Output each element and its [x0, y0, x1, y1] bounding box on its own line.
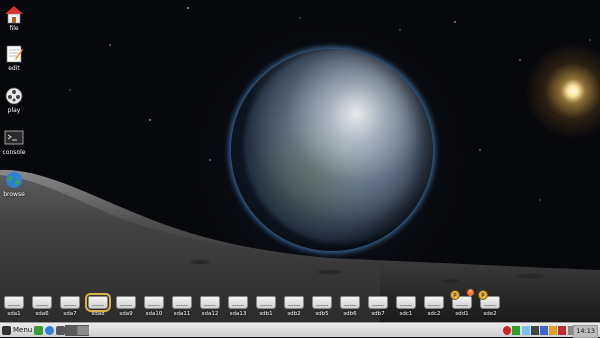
drive-label: sda7: [63, 311, 77, 317]
desktop-icon-edit[interactable]: edit: [1, 44, 27, 72]
drive-label: sda9: [119, 311, 133, 317]
home-icon: [3, 4, 25, 24]
browser-launcher-icon[interactable]: [45, 326, 54, 335]
show-desktop-icon[interactable]: [34, 326, 43, 335]
drive-sda9[interactable]: sda9: [114, 296, 138, 317]
terminal-icon: [3, 128, 25, 148]
desktop-icon-label: console: [2, 149, 26, 156]
drive-sdc2[interactable]: sdc2: [422, 296, 446, 317]
drive-sda11[interactable]: sda11: [170, 296, 194, 317]
drive-sdb7[interactable]: sdb7: [366, 296, 390, 317]
drive-sda1[interactable]: sda1: [2, 296, 26, 317]
cpu-monitor-icon[interactable]: [512, 326, 520, 335]
workspace-pager[interactable]: [65, 325, 89, 336]
hard-drive-icon: [312, 296, 332, 309]
hard-drive-icon: [116, 296, 136, 309]
drive-label: sda11: [173, 311, 191, 317]
drive-sdd1[interactable]: p × sdd1: [450, 289, 474, 317]
drive-label: sda10: [145, 311, 163, 317]
hard-drive-icon: [284, 296, 304, 309]
hard-drive-icon: [396, 296, 416, 309]
drive-label: sdb6: [343, 311, 357, 317]
drive-label: sda8: [91, 311, 105, 317]
desktop-icon-play[interactable]: play: [1, 86, 27, 114]
drive-sda8[interactable]: sda8: [85, 293, 111, 317]
drive-sdb6[interactable]: sdb6: [338, 296, 362, 317]
hard-drive-icon: [144, 296, 164, 309]
desktop-icon-console[interactable]: console: [1, 128, 27, 156]
hard-drive-icon: [172, 296, 192, 309]
menu-icon: [2, 325, 11, 335]
workspace-2[interactable]: [78, 326, 89, 335]
hard-drive-icon: [228, 296, 248, 309]
drive-sda7[interactable]: sda7: [58, 296, 82, 317]
drive-label: sdb7: [371, 311, 385, 317]
hard-drive-icon: [4, 296, 24, 309]
drive-sdb1[interactable]: sdb1: [254, 296, 278, 317]
moon-surface: [0, 169, 600, 322]
mounted-badge-icon: p: [478, 290, 488, 300]
desktop-icon-label: edit: [8, 65, 20, 72]
drive-label: sdb1: [259, 311, 273, 317]
hard-drive-icon: [85, 293, 111, 312]
workspace-1[interactable]: [66, 326, 77, 335]
drive-label: sdc2: [427, 311, 441, 317]
hard-drive-icon: [32, 296, 52, 309]
power-icon[interactable]: [558, 326, 566, 335]
desktop: file edit play console browse sda1 sda6 …: [0, 0, 600, 322]
terminal-launcher-icon[interactable]: [56, 326, 65, 335]
clock[interactable]: 14:13: [573, 325, 598, 338]
drive-sda13[interactable]: sda13: [226, 296, 250, 317]
drive-label: sde2: [483, 311, 497, 317]
battery-icon[interactable]: [531, 326, 539, 335]
taskbar: Menu 14:13: [0, 322, 600, 338]
volume-icon[interactable]: [549, 326, 557, 335]
eject-icon[interactable]: ×: [467, 289, 474, 296]
drive-label: sdc1: [399, 311, 413, 317]
menu-label: Menu: [13, 326, 33, 334]
drive-label: sdb2: [287, 311, 301, 317]
drive-sdc1[interactable]: sdc1: [394, 296, 418, 317]
network-icon[interactable]: [522, 326, 530, 335]
drive-sdb5[interactable]: sdb5: [310, 296, 334, 317]
drive-sda6[interactable]: sda6: [30, 296, 54, 317]
drive-label: sda12: [201, 311, 219, 317]
drive-label: sda1: [7, 311, 21, 317]
drive-sda12[interactable]: sda12: [198, 296, 222, 317]
drive-label: sda13: [229, 311, 247, 317]
drive-label: sdb5: [315, 311, 329, 317]
menu-button[interactable]: Menu: [2, 325, 34, 336]
desktop-icon-browse[interactable]: browse: [1, 170, 27, 198]
notepad-icon: [3, 44, 25, 64]
globe-icon: [3, 170, 25, 190]
hard-drive-icon: [424, 296, 444, 309]
hard-drive-icon: [368, 296, 388, 309]
drive-sde2[interactable]: p sde2: [478, 290, 502, 317]
drive-sda10[interactable]: sda10: [142, 296, 166, 317]
hard-drive-icon: [340, 296, 360, 309]
update-notifier-icon[interactable]: [503, 326, 511, 335]
drive-sdb2[interactable]: sdb2: [282, 296, 306, 317]
desktop-icon-file[interactable]: file: [1, 4, 27, 32]
film-reel-icon: [3, 86, 25, 106]
drive-label: sda6: [35, 311, 49, 317]
hard-drive-icon: [256, 296, 276, 309]
desktop-icon-label: file: [9, 25, 19, 32]
desktop-icon-label: play: [7, 107, 21, 114]
desktop-icon-label: browse: [3, 191, 25, 198]
hard-drive-icon: [200, 296, 220, 309]
mounted-badge-icon: p: [450, 290, 460, 300]
drive-label: sdd1: [455, 311, 469, 317]
bluetooth-icon[interactable]: [540, 326, 548, 335]
hard-drive-icon: [60, 296, 80, 309]
